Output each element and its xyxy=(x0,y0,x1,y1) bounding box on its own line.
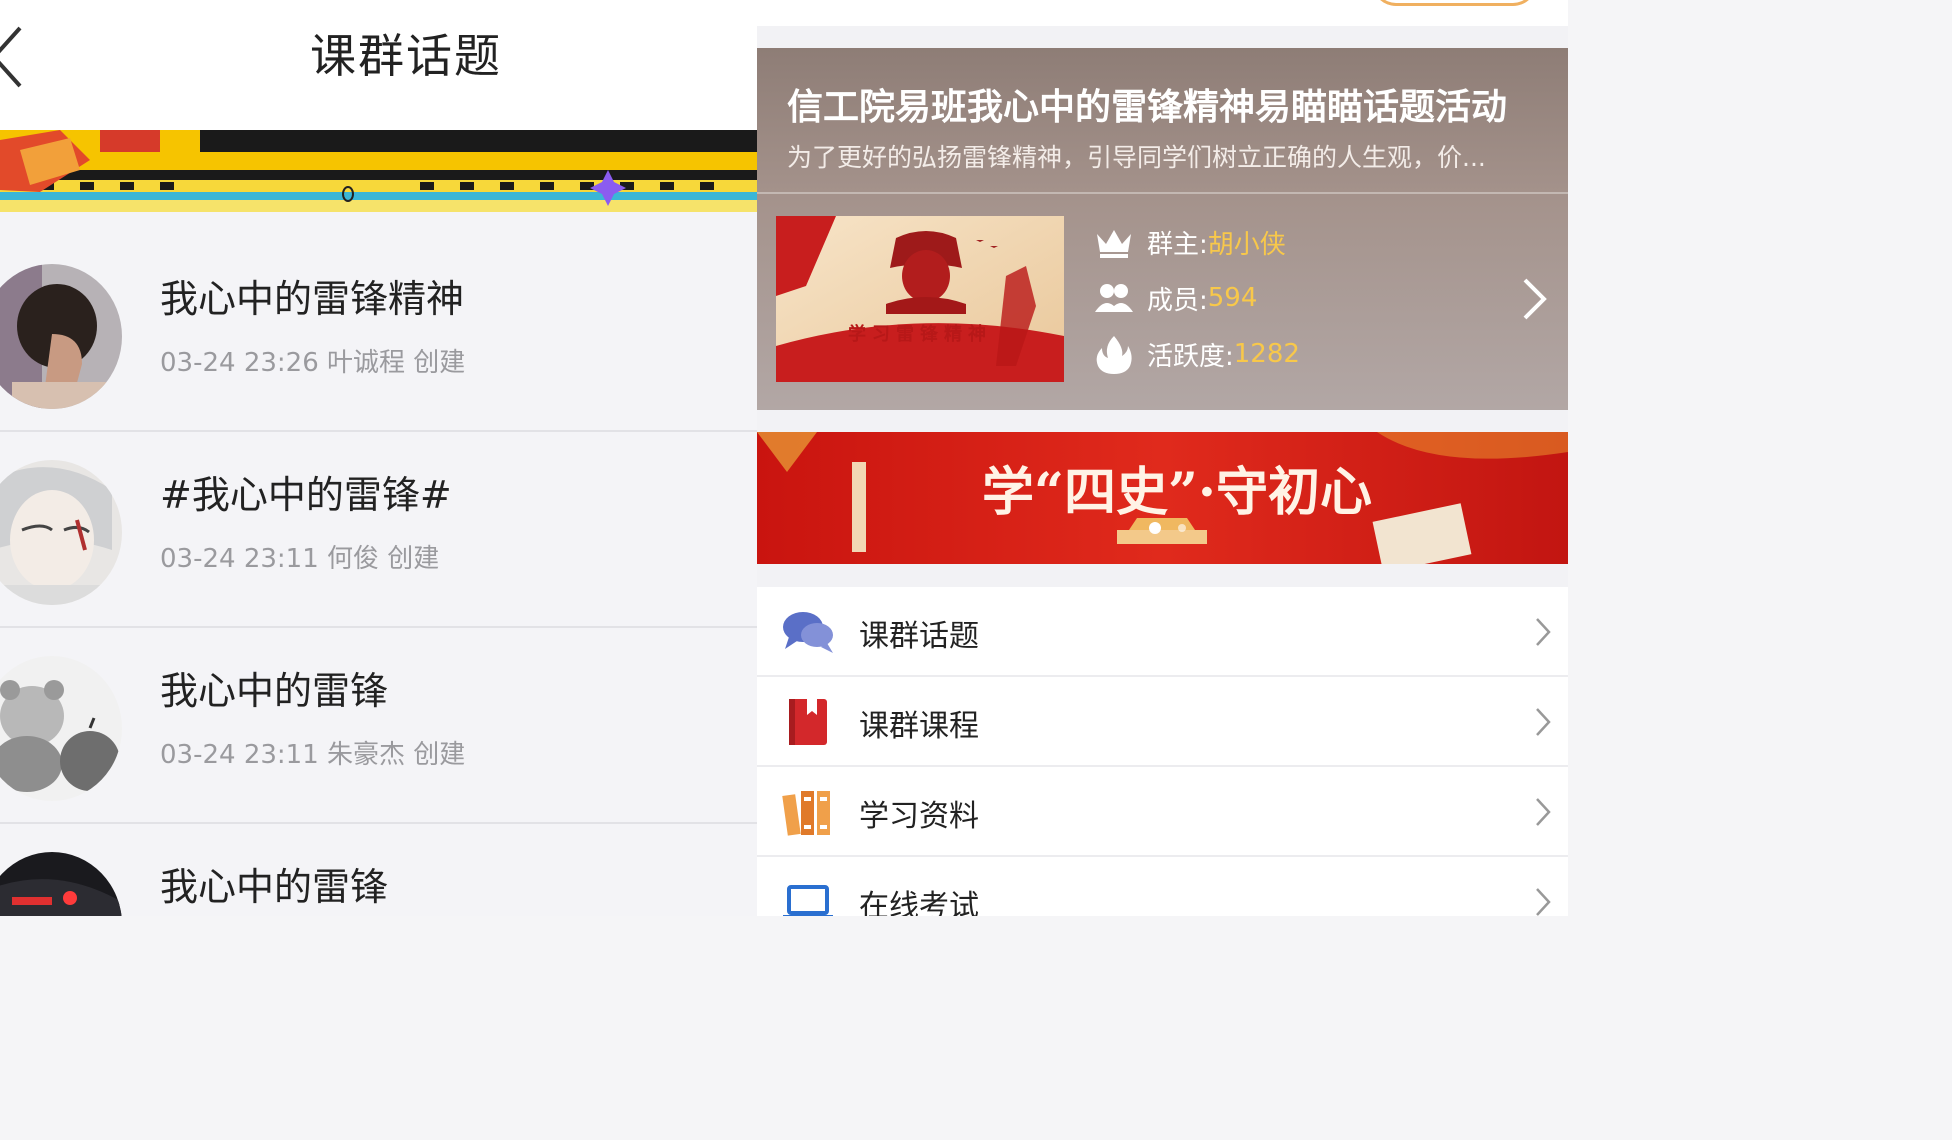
topic-list-item[interactable]: 我心中的雷锋精神 03-24 23:26 叶诚程 创建 xyxy=(0,236,757,432)
menu-label: 课群话题 xyxy=(859,619,979,654)
group-title: 信工院易班我心中的雷锋精神易瞄瞄话题活动 xyxy=(787,87,1508,128)
activity-value: 1282 xyxy=(1233,339,1300,369)
promo-banner[interactable]: 学“四史”·守初心 xyxy=(757,432,1568,564)
owner-stat: 群主: 胡小侠 xyxy=(1093,220,1286,264)
avatar xyxy=(0,852,122,916)
activity-stat: 活跃度: 1282 xyxy=(1093,332,1300,376)
page-title: 课群话题 xyxy=(310,29,502,83)
menu-label: 学习资料 xyxy=(859,799,979,834)
group-info-card: 信工院易班我心中的雷锋精神易瞄瞄话题活动 为了更好的弘扬雷锋精神，引导同学们树立… xyxy=(757,48,1568,410)
topic-list-item[interactable]: #我心中的雷锋# 03-24 23:11 何俊 创建 xyxy=(0,432,757,628)
topic-title: 我心中的雷锋 xyxy=(160,865,389,909)
owner-value[interactable]: 胡小侠 xyxy=(1208,224,1286,261)
navigation-bar: 课群话题 xyxy=(0,0,757,130)
menu-item-study-materials[interactable]: 学习资料 xyxy=(757,767,1568,857)
join-button-edge[interactable] xyxy=(1372,0,1537,6)
chevron-right-icon xyxy=(1536,888,1551,916)
owner-label: 群主: xyxy=(1147,229,1208,260)
topic-list-item[interactable]: 我心中的雷锋 03-24 23:11 朱豪杰 创建 xyxy=(0,628,757,824)
members-value: 594 xyxy=(1207,283,1258,313)
chevron-right-icon xyxy=(1536,618,1551,646)
binders-icon xyxy=(782,791,830,836)
feature-menu: 课群话题 课群课程 学习资料 在线考试 xyxy=(757,587,1568,916)
topic-meta: 03-24 23:26 叶诚程 创建 xyxy=(160,348,466,378)
activity-label: 活跃度: xyxy=(1147,341,1234,372)
flame-icon xyxy=(1096,336,1132,374)
laptop-icon xyxy=(783,885,833,916)
avatar xyxy=(0,460,122,605)
banner-text: 学“四史”·守初心 xyxy=(982,462,1372,523)
topic-list-item[interactable]: 我心中的雷锋 xyxy=(0,824,757,916)
chevron-right-icon[interactable] xyxy=(1519,276,1549,322)
topic-title: #我心中的雷锋# xyxy=(160,473,452,517)
cover-caption: 学习雷锋精神 xyxy=(848,323,992,345)
divider xyxy=(757,192,1568,194)
chevron-right-icon xyxy=(1536,708,1551,736)
group-description: 为了更好的弘扬雷锋精神，引导同学们树立正确的人生观，价... xyxy=(787,143,1486,172)
menu-item-course-classes[interactable]: 课群课程 xyxy=(757,677,1568,767)
topic-meta: 03-24 23:11 何俊 创建 xyxy=(160,544,440,574)
group-detail-screen: 信工院易班我心中的雷锋精神易瞄瞄话题活动 为了更好的弘扬雷锋精神，引导同学们树立… xyxy=(757,0,1568,916)
menu-item-course-topics[interactable]: 课群话题 xyxy=(757,587,1568,677)
menu-label: 课群课程 xyxy=(859,709,979,744)
promo-graphic xyxy=(0,130,757,212)
avatar xyxy=(0,656,122,801)
avatar xyxy=(0,264,122,409)
menu-label: 在线考试 xyxy=(859,889,979,916)
members-icon xyxy=(1095,284,1133,312)
promo-banner-strip[interactable] xyxy=(0,130,757,212)
topic-list-screen: 课群话题 我心中的雷锋精神 03-24 23:26 叶诚程 创建 #我心中的雷锋… xyxy=(0,0,757,916)
topic-meta: 03-24 23:11 朱豪杰 创建 xyxy=(160,740,466,770)
members-stat: 成员: 594 xyxy=(1093,276,1257,320)
topic-title: 我心中的雷锋精神 xyxy=(160,277,465,321)
crown-icon xyxy=(1097,230,1131,258)
book-icon xyxy=(789,699,827,745)
group-cover-image: 学习雷锋精神 xyxy=(776,216,1064,382)
chevron-right-icon xyxy=(1536,798,1551,826)
members-label: 成员: xyxy=(1147,285,1208,316)
chat-bubbles-icon xyxy=(783,612,833,653)
topic-title: 我心中的雷锋 xyxy=(160,669,389,713)
menu-item-online-exam[interactable]: 在线考试 xyxy=(757,857,1568,916)
